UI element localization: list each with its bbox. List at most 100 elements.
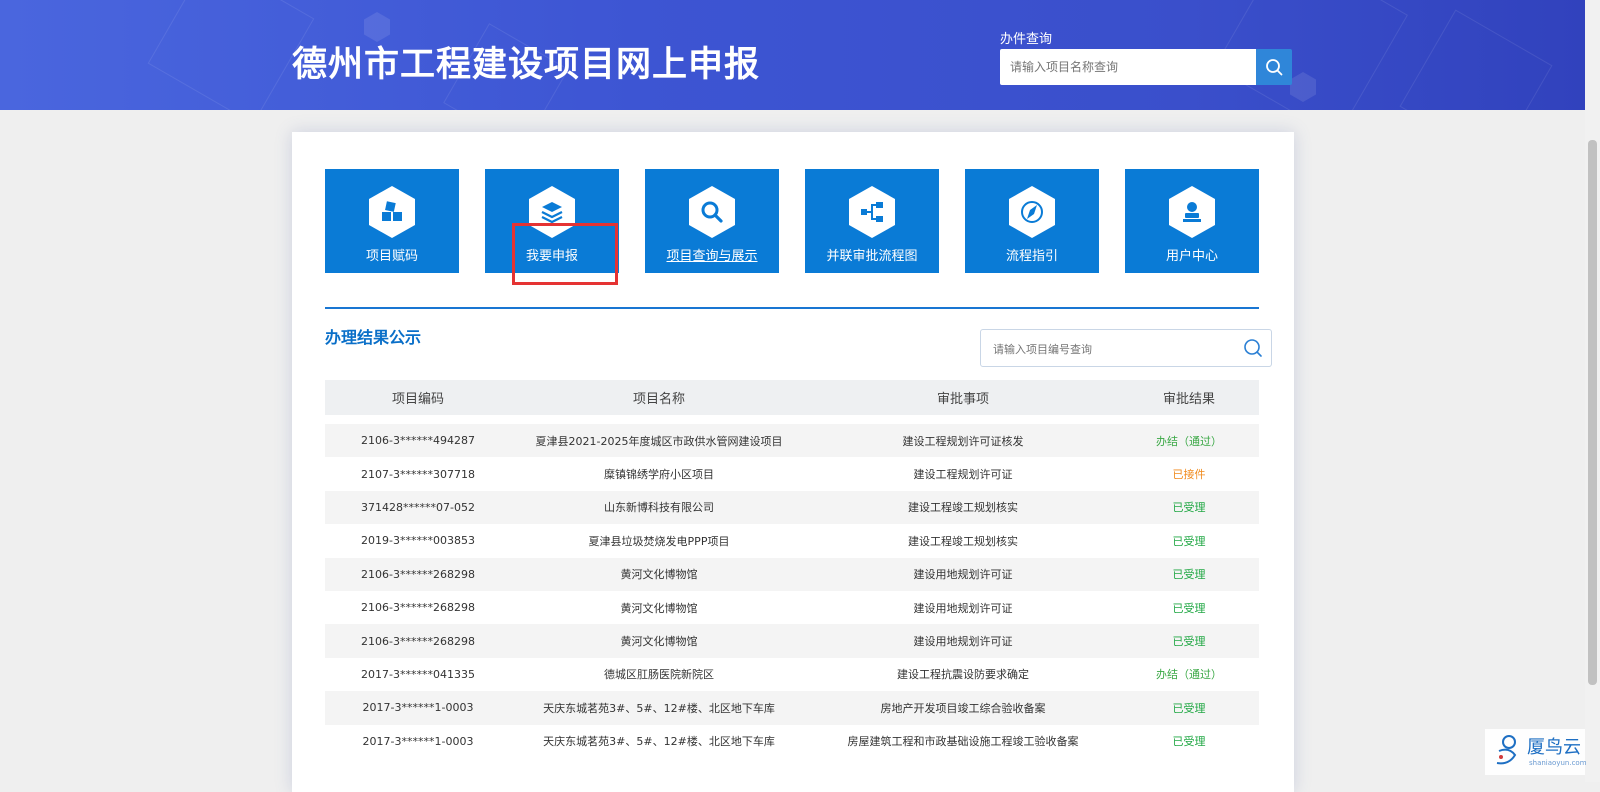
table-row[interactable]: 2017-3******1-0003 天庆东城茗苑3#、5#、12#楼、北区地下…	[325, 691, 1259, 725]
compass-icon	[1021, 201, 1043, 223]
tile-label: 用户中心	[1165, 249, 1218, 264]
cell-project-code: 2017-3******1-0003	[362, 701, 474, 715]
search-icon	[701, 201, 723, 223]
cell-approval-result: 已接件	[1172, 468, 1206, 482]
search-button[interactable]	[1256, 49, 1292, 85]
column-header: 项目名称	[632, 392, 685, 407]
cell-project-name: 德城区肛肠医院新院区	[604, 668, 714, 682]
tile-icon-badge	[849, 186, 895, 238]
cell-project-code: 2017-3******1-0003	[362, 734, 474, 748]
results-section-title: 办理结果公示	[325, 328, 422, 347]
search-icon	[1266, 59, 1283, 76]
cell-approval-item: 建设工程规划许可证	[913, 468, 1013, 482]
cell-project-code: 371428******07-052	[361, 500, 475, 514]
cubes-icon	[382, 201, 402, 221]
cell-project-code: 2017-3******041335	[361, 667, 475, 681]
watermark: 厦鸟云 shaniaoyun.com	[1485, 729, 1587, 775]
cell-project-name: 夏津县2021-2025年度城区市政供水管网建设项目	[535, 434, 783, 448]
project-code-search-input[interactable]	[991, 338, 1235, 360]
cell-approval-item: 建设工程抗震设防要求确定	[897, 668, 1029, 682]
table-row[interactable]: 2106-3******268298 黄河文化博物馆 建设用地规划许可证 已受理	[325, 591, 1259, 624]
cell-project-name: 夏津县垃圾焚烧发电PPP项目	[588, 534, 730, 548]
cell-approval-result: 办结（通过）	[1156, 434, 1222, 448]
project-code-search[interactable]	[980, 329, 1272, 367]
cell-approval-item: 建设工程竣工规划核实	[908, 501, 1018, 515]
cell-approval-result: 已受理	[1172, 635, 1206, 649]
cell-approval-result: 已受理	[1172, 735, 1206, 749]
main-content-card: 项目赋码 我要申报 项目查询与展示 并联审批流程图 流程指引 用户中心 办理结果…	[292, 132, 1294, 792]
project-name-search-input[interactable]	[1000, 49, 1256, 85]
watermark-url: shaniaoyun.com	[1529, 759, 1587, 767]
cell-project-name: 天庆东城茗苑3#、5#、12#楼、北区地下车库	[543, 735, 775, 749]
header-decoration	[147, 0, 315, 110]
tile-label: 流程指引	[1005, 249, 1058, 264]
table-row[interactable]: 2017-3******1-0003 天庆东城茗苑3#、5#、12#楼、北区地下…	[325, 725, 1259, 758]
scrollbar-thumb[interactable]	[1588, 140, 1597, 685]
header-decoration	[1399, 9, 1553, 110]
cell-approval-result: 已受理	[1172, 701, 1206, 715]
tile-label: 我要申报	[525, 249, 578, 264]
cell-approval-result: 已受理	[1172, 568, 1206, 582]
cell-approval-item: 建设用地规划许可证	[913, 568, 1013, 582]
column-header: 项目编码	[391, 392, 444, 407]
cell-approval-item: 房屋建筑工程和市政基础设施工程竣工验收备案	[847, 735, 1079, 749]
cell-project-name: 天庆东城茗苑3#、5#、12#楼、北区地下车库	[543, 701, 775, 715]
tile-process-guide[interactable]: 流程指引	[965, 169, 1099, 273]
cell-project-code: 2107-3******307718	[361, 467, 475, 481]
tile-project-query[interactable]: 项目查询与展示	[645, 169, 779, 273]
cell-approval-item: 房地产开发项目竣工综合验收备案	[880, 701, 1046, 715]
cell-project-code: 2106-3******494287	[361, 434, 475, 448]
tile-icon-badge	[1169, 186, 1215, 238]
tile-icon-badge	[369, 186, 415, 238]
tile-approval-flowchart[interactable]: 并联审批流程图	[805, 169, 939, 273]
column-header: 审批事项	[936, 392, 989, 407]
tile-icon-badge	[529, 186, 575, 238]
tile-submit-application[interactable]: 我要申报	[485, 169, 619, 273]
cell-project-code: 2106-3******268298	[361, 634, 475, 648]
cell-approval-result: 已受理	[1172, 501, 1206, 515]
tile-label: 并联审批流程图	[826, 249, 918, 264]
layers-icon	[541, 202, 563, 224]
table-row[interactable]: 2107-3******307718 糜镇锦绣学府小区项目 建设工程规划许可证 …	[325, 457, 1259, 490]
table-row[interactable]: 2106-3******268298 黄河文化博物馆 建设用地规划许可证 已受理	[325, 624, 1259, 658]
cell-approval-result: 已受理	[1172, 601, 1206, 615]
results-table: 项目编码 项目名称 审批事项 审批结果 2106-3******494287 夏…	[325, 380, 1259, 758]
cell-approval-item: 建设工程规划许可证核发	[902, 434, 1024, 448]
tile-label: 项目查询与展示	[666, 249, 758, 264]
tile-project-coding[interactable]: 项目赋码	[325, 169, 459, 273]
tile-user-center[interactable]: 用户中心	[1125, 169, 1259, 273]
search-icon[interactable]	[1243, 338, 1263, 358]
site-header: 德州市工程建设项目网上申报 办件查询	[0, 0, 1585, 110]
cell-project-name: 黄河文化博物馆	[620, 635, 698, 649]
cell-approval-item: 建设工程竣工规划核实	[908, 534, 1018, 548]
table-row[interactable]: 2106-3******268298 黄河文化博物馆 建设用地规划许可证 已受理	[325, 557, 1259, 591]
cell-approval-item: 建设用地规划许可证	[913, 601, 1013, 615]
cell-project-code: 2106-3******268298	[361, 601, 475, 615]
table-row[interactable]: 371428******07-052 山东新博科技有限公司 建设工程竣工规划核实…	[325, 490, 1259, 525]
cell-project-name: 黄河文化博物馆	[620, 568, 698, 582]
tile-icon-badge	[1009, 186, 1055, 238]
section-divider	[325, 307, 1259, 309]
cell-project-name: 山东新博科技有限公司	[604, 501, 714, 515]
watermark-text: 厦鸟云	[1527, 737, 1581, 758]
tile-label: 项目赋码	[365, 249, 418, 264]
cell-approval-result: 办结（通过）	[1156, 668, 1222, 682]
column-header: 审批结果	[1162, 392, 1215, 407]
query-label: 办件查询	[1000, 32, 1053, 47]
table-row[interactable]: 2019-3******003853 夏津县垃圾焚烧发电PPP项目 建设工程竣工…	[325, 524, 1259, 557]
user-stamp-icon	[1183, 202, 1201, 222]
table-row[interactable]: 2017-3******041335 德城区肛肠医院新院区 建设工程抗震设防要求…	[325, 658, 1259, 691]
cell-project-name: 糜镇锦绣学府小区项目	[604, 468, 714, 482]
cell-project-name: 黄河文化博物馆	[620, 601, 698, 615]
flowchart-icon	[861, 202, 883, 222]
cell-approval-item: 建设用地规划许可证	[913, 635, 1013, 649]
cell-approval-result: 已受理	[1172, 534, 1206, 548]
table-row[interactable]: 2106-3******494287 夏津县2021-2025年度城区市政供水管…	[325, 424, 1259, 458]
site-title: 德州市工程建设项目网上申报	[292, 45, 761, 85]
cell-project-code: 2106-3******268298	[361, 567, 475, 581]
bird-logo-icon	[1496, 735, 1517, 765]
table-body: 2106-3******494287 夏津县2021-2025年度城区市政供水管…	[325, 424, 1259, 758]
cell-project-code: 2019-3******003853	[361, 534, 475, 548]
table-header: 项目编码 项目名称 审批事项 审批结果	[325, 380, 1259, 415]
page-scrollbar[interactable]	[1585, 0, 1600, 782]
